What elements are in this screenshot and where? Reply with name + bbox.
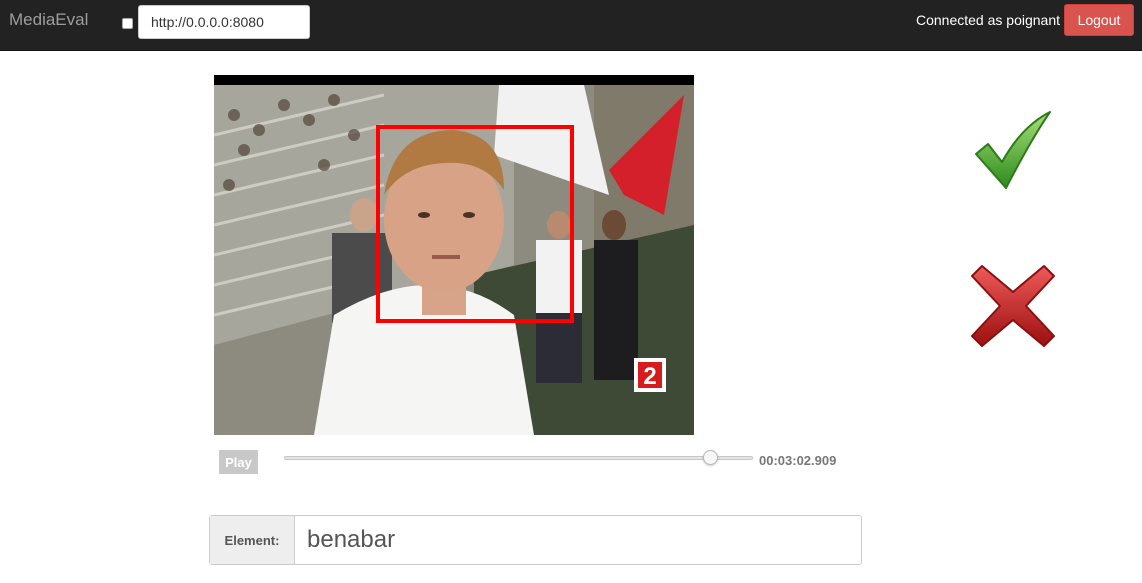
connection-status: Connected as poignant [916,12,1060,28]
video-player[interactable]: 2 [214,75,694,435]
timestamp-label: 00:03:02.909 [759,453,837,468]
seek-slider-track[interactable] [284,456,753,460]
seek-slider-handle[interactable] [703,450,718,465]
logout-button[interactable]: Logout [1064,4,1134,36]
channel-logo-text: 2 [643,363,656,390]
element-name-input[interactable] [295,516,861,564]
element-label: Element: [210,516,295,564]
cross-icon [971,265,1055,347]
element-input-group: Element: [209,515,862,565]
reject-button[interactable] [968,262,1058,350]
toggle-checkbox[interactable] [122,18,133,29]
accept-button[interactable] [970,108,1056,192]
top-navbar: MediaEval Connected as poignant Logout [0,0,1142,51]
play-button[interactable]: Play [219,450,258,474]
server-url-input[interactable] [138,5,310,39]
checkmark-icon [975,111,1051,189]
player-controls: Play 00:03:02.909 [214,448,854,478]
video-frame-image: 2 [214,75,694,435]
brand-title[interactable]: MediaEval [9,10,88,30]
